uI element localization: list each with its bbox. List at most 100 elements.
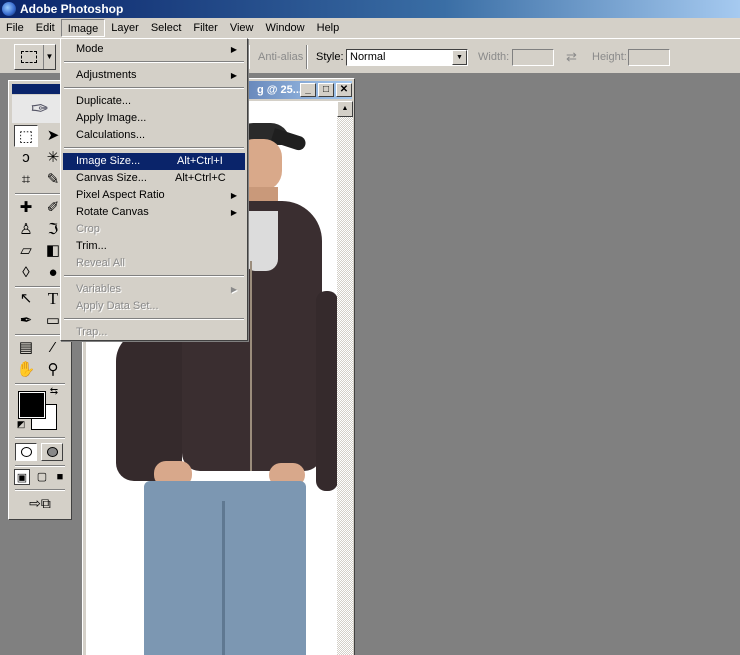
submenu-arrow-icon: ▶	[230, 191, 237, 200]
crop-tool-icon[interactable]: ⌗	[14, 169, 38, 191]
foreground-color-swatch[interactable]	[18, 391, 46, 419]
chevron-down-icon: ▼	[43, 45, 55, 69]
style-select[interactable]: Normal ▼	[346, 49, 468, 66]
image-menu-dropdown: Mode ▶ Adjustments ▶ Duplicate... Apply …	[60, 38, 248, 341]
toolbox-divider	[15, 193, 65, 195]
menu-filter[interactable]: Filter	[187, 19, 223, 37]
lasso-tool-icon[interactable]: ↄ	[14, 147, 38, 169]
quick-mask-mode-button[interactable]	[41, 443, 63, 461]
width-label: Width:	[478, 51, 510, 63]
quick-mask-icon	[47, 447, 58, 457]
menu-item-apply-data-set: Apply Data Set...	[76, 300, 159, 312]
menu-item-shortcut: Alt+Ctrl+C	[175, 172, 226, 184]
submenu-arrow-icon: ▶	[230, 285, 237, 294]
options-divider	[248, 45, 250, 69]
width-field[interactable]	[512, 49, 554, 66]
menu-bar: File Edit Image Layer Select Filter View…	[0, 18, 740, 38]
submenu-arrow-icon: ▶	[230, 71, 237, 80]
menu-layer[interactable]: Layer	[105, 19, 145, 37]
minimize-icon[interactable]: _	[300, 83, 316, 97]
full-screen-menu-mode-icon[interactable]: ▢	[34, 469, 50, 485]
height-field[interactable]	[628, 49, 670, 66]
photo-right-arm	[316, 291, 337, 491]
toolbox-divider	[15, 334, 65, 336]
submenu-arrow-icon: ▶	[230, 208, 237, 217]
menu-item-calculations[interactable]: Calculations...	[63, 127, 245, 144]
menu-item-label: Rotate Canvas	[76, 206, 149, 218]
healing-brush-tool-icon[interactable]: ✚	[14, 197, 38, 219]
menu-item-reveal-all: Reveal All	[76, 257, 125, 269]
menu-item-shortcut: Alt+Ctrl+I	[177, 155, 223, 167]
menu-item-image-size[interactable]: Image Size... Alt+Ctrl+I	[63, 153, 245, 170]
maximize-icon[interactable]: □	[318, 83, 334, 97]
menu-item-rotate-canvas[interactable]: Rotate Canvas ▶	[63, 204, 245, 221]
menu-item-apply-image[interactable]: Apply Image...	[63, 110, 245, 127]
menu-select[interactable]: Select	[145, 19, 188, 37]
app-title: Adobe Photoshop	[20, 2, 124, 16]
menu-item-pixel-aspect-ratio[interactable]: Pixel Aspect Ratio ▶	[63, 187, 245, 204]
standard-screen-mode-icon[interactable]: ▣	[14, 469, 30, 485]
swap-colors-icon[interactable]: ⇆	[47, 385, 61, 399]
tool-preset-picker[interactable]: ▼	[14, 44, 56, 70]
options-divider	[306, 45, 308, 69]
menu-view[interactable]: View	[224, 19, 260, 37]
pen-tool-icon[interactable]: ✒	[14, 310, 38, 332]
clone-stamp-tool-icon[interactable]: ♙	[14, 219, 38, 241]
menu-separator	[64, 87, 244, 89]
menu-item-adjustments[interactable]: Adjustments ▶	[63, 67, 245, 84]
menu-item-label: Canvas Size...	[76, 172, 147, 184]
document-title: g @ 25...	[257, 84, 302, 96]
menu-separator	[64, 275, 244, 277]
vertical-scrollbar[interactable]: ▲	[337, 101, 353, 655]
menu-separator	[64, 61, 244, 63]
menu-help[interactable]: Help	[311, 19, 346, 37]
menu-item-variables: Variables ▶	[63, 281, 245, 298]
photo-zipper	[250, 261, 252, 471]
menu-item-label: Adjustments	[76, 69, 137, 81]
marquee-preset-icon	[21, 51, 37, 63]
full-screen-mode-icon[interactable]: ■	[52, 469, 68, 485]
height-label: Height:	[592, 51, 627, 63]
rectangular-marquee-tool-icon[interactable]: ⬚	[14, 125, 38, 147]
menu-item-trim[interactable]: Trim...	[63, 238, 245, 255]
style-label: Style:	[316, 51, 344, 63]
chevron-down-icon[interactable]: ▼	[452, 50, 467, 65]
eraser-tool-icon[interactable]: ▱	[14, 240, 38, 262]
menu-window[interactable]: Window	[260, 19, 311, 37]
menu-separator	[64, 147, 244, 149]
swap-dimensions-icon[interactable]: ⇄	[566, 49, 577, 65]
submenu-arrow-icon: ▶	[230, 45, 237, 54]
menu-image[interactable]: Image	[60, 19, 106, 37]
toolbox-divider	[15, 489, 65, 491]
app-titlebar: Adobe Photoshop	[0, 0, 740, 18]
menu-item-label: Variables	[76, 283, 122, 295]
menu-item-label: Mode	[76, 43, 104, 55]
menu-file[interactable]: File	[0, 19, 30, 37]
toolbox-divider	[15, 437, 65, 439]
toolbox-divider	[15, 465, 65, 467]
default-colors-icon[interactable]: ◩	[14, 417, 28, 431]
notes-tool-icon[interactable]: ▤	[14, 337, 38, 359]
style-select-value: Normal	[350, 51, 386, 63]
scroll-up-icon[interactable]: ▲	[337, 101, 353, 117]
blur-tool-icon[interactable]: ◊	[14, 262, 38, 284]
hand-tool-icon[interactable]: ✋	[14, 359, 38, 381]
menu-edit[interactable]: Edit	[30, 19, 61, 37]
photo-left-arm	[116, 331, 182, 481]
antialias-label[interactable]: Anti-alias	[258, 51, 303, 63]
photo-jeans-seam	[222, 501, 225, 655]
jump-to-imageready-icon[interactable]: ⇨⧉	[15, 493, 65, 513]
photoshop-app-icon	[2, 2, 16, 16]
menu-item-canvas-size[interactable]: Canvas Size... Alt+Ctrl+C	[63, 170, 245, 187]
menu-separator	[64, 318, 244, 320]
standard-mode-button[interactable]	[15, 443, 37, 461]
close-icon[interactable]: ✕	[336, 83, 352, 97]
menu-item-trap: Trap...	[76, 326, 108, 338]
zoom-tool-icon[interactable]: ⚲	[41, 359, 65, 381]
menu-item-crop: Crop	[76, 223, 100, 235]
path-selection-tool-icon[interactable]: ↖	[14, 288, 38, 310]
menu-item-mode[interactable]: Mode ▶	[63, 41, 245, 58]
menu-item-duplicate[interactable]: Duplicate...	[63, 93, 245, 110]
standard-mode-icon	[21, 447, 32, 457]
menu-item-label: Pixel Aspect Ratio	[76, 189, 165, 201]
